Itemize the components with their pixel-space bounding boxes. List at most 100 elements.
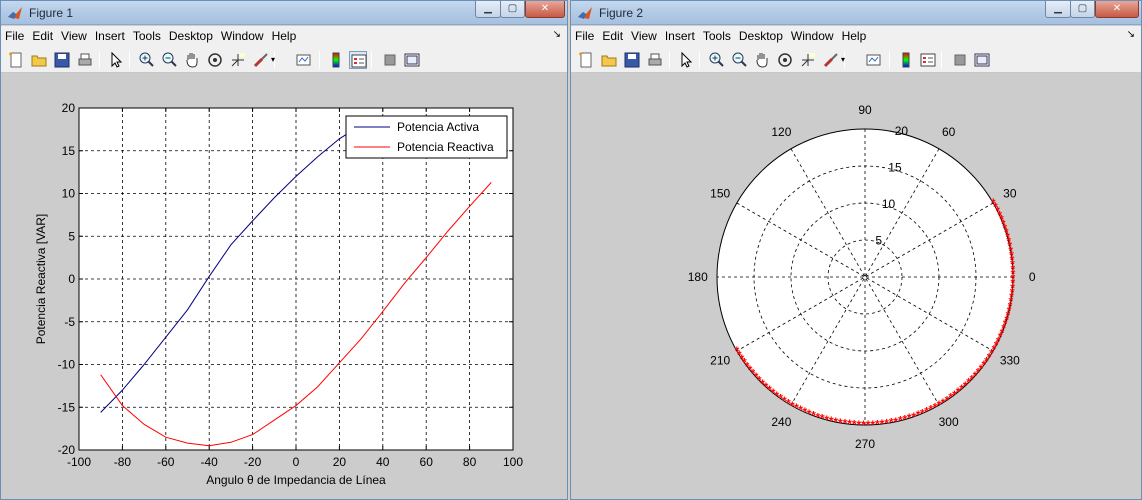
pan-hand-button[interactable] bbox=[183, 51, 201, 69]
link-plot-button[interactable] bbox=[295, 51, 313, 69]
menu-desktop[interactable]: Desktop bbox=[735, 26, 787, 46]
menu-insert[interactable]: Insert bbox=[91, 26, 129, 46]
pointer-button[interactable] bbox=[107, 51, 125, 69]
y-tick-label: 0 bbox=[68, 272, 75, 286]
matlab-logo-icon bbox=[578, 7, 592, 19]
x-tick-label: 20 bbox=[333, 455, 347, 469]
hide-tools-button[interactable] bbox=[951, 51, 969, 69]
brush-dropdown-icon[interactable]: ▾ bbox=[841, 55, 849, 73]
polar-angle-label: 90 bbox=[858, 103, 872, 117]
legend-button[interactable] bbox=[919, 51, 937, 69]
zoom-in-button[interactable] bbox=[137, 51, 155, 69]
menu-window[interactable]: Window bbox=[787, 26, 838, 46]
menu-bar: File Edit View Insert Tools Desktop Window Help… bbox=[1, 26, 567, 47]
show-tools-button[interactable] bbox=[973, 51, 991, 69]
menu-window[interactable]: Window bbox=[217, 26, 268, 46]
brush-icon bbox=[823, 53, 838, 68]
menu-view[interactable]: View bbox=[627, 26, 661, 46]
rotate-3d-icon bbox=[208, 53, 222, 67]
polar-angle-label: 210 bbox=[710, 354, 730, 368]
minimize-button[interactable]: ▁ bbox=[475, 1, 501, 18]
colorbar-button[interactable] bbox=[327, 51, 345, 69]
data-cursor-icon bbox=[231, 53, 245, 67]
minimize-button[interactable]: ▁ bbox=[1045, 1, 1071, 18]
menu-help[interactable]: Help bbox=[268, 26, 301, 46]
link-plot-button[interactable] bbox=[865, 51, 883, 69]
brush-button[interactable] bbox=[252, 51, 270, 69]
zoom-out-button[interactable] bbox=[160, 51, 178, 69]
toolbar-separator bbox=[889, 51, 890, 69]
menu-help[interactable]: Help bbox=[838, 26, 871, 46]
legend: Potencia Activa Potencia Reactiva bbox=[345, 115, 508, 159]
data-cursor-button[interactable] bbox=[799, 51, 817, 69]
new-figure-button[interactable] bbox=[7, 51, 25, 69]
menu-view[interactable]: View bbox=[57, 26, 91, 46]
figure1-titlebar[interactable]: Figure 1 ▁ ▢ ✕ bbox=[1, 1, 567, 25]
data-cursor-button[interactable] bbox=[229, 51, 247, 69]
new-figure-icon bbox=[579, 52, 592, 68]
legend-label: Potencia Reactiva bbox=[397, 140, 494, 154]
open-file-button[interactable] bbox=[30, 51, 48, 69]
toolbar-separator bbox=[371, 51, 372, 69]
pointer-button[interactable] bbox=[677, 51, 695, 69]
menu-file[interactable]: File bbox=[571, 26, 598, 46]
rotate-3d-button[interactable] bbox=[776, 51, 794, 69]
menu-edit[interactable]: Edit bbox=[598, 26, 627, 46]
figure-toolbar: ▾ bbox=[1, 47, 567, 73]
print-icon bbox=[78, 53, 92, 66]
open-file-button[interactable] bbox=[600, 51, 618, 69]
polar-angle-label: 60 bbox=[942, 125, 956, 139]
dock-arrow-icon[interactable]: ↘ bbox=[1127, 29, 1135, 40]
print-icon bbox=[648, 53, 662, 66]
dock-arrow-icon[interactable]: ↘ bbox=[553, 29, 561, 40]
brush-dropdown-icon[interactable]: ▾ bbox=[271, 55, 279, 73]
new-figure-icon bbox=[9, 52, 22, 68]
close-button[interactable]: ✕ bbox=[525, 1, 565, 18]
y-tick-label: -5 bbox=[64, 315, 75, 329]
x-tick-label: 40 bbox=[376, 455, 390, 469]
menu-desktop[interactable]: Desktop bbox=[165, 26, 217, 46]
save-icon bbox=[54, 52, 70, 68]
x-tick-label: -100 bbox=[67, 455, 91, 469]
rotate-3d-button[interactable] bbox=[206, 51, 224, 69]
polar-chart: 51015200306090120150180210240270300330**… bbox=[688, 103, 1036, 451]
new-figure-button[interactable] bbox=[577, 51, 595, 69]
line-chart: -100 -80 -60 -40 -20 0 20 40 60 80 100 -20 -15 -10 -5 0… bbox=[34, 101, 523, 487]
show-tools-button[interactable] bbox=[403, 51, 421, 69]
menu-file[interactable]: File bbox=[1, 26, 28, 46]
maximize-button[interactable]: ▢ bbox=[1070, 1, 1095, 18]
menu-edit[interactable]: Edit bbox=[28, 26, 57, 46]
zoom-out-button[interactable] bbox=[730, 51, 748, 69]
link-plot-icon bbox=[866, 54, 881, 66]
close-button[interactable]: ✕ bbox=[1095, 1, 1139, 18]
y-axis-label: Potencia Reactiva [VAR] bbox=[34, 214, 48, 345]
zoom-in-button[interactable] bbox=[707, 51, 725, 69]
legend-icon bbox=[351, 54, 367, 68]
menu-insert[interactable]: Insert bbox=[661, 26, 699, 46]
print-button[interactable] bbox=[646, 51, 664, 69]
figure2-titlebar[interactable]: Figure 2 ▁ ▢ ✕ bbox=[571, 1, 1141, 25]
maximize-button[interactable]: ▢ bbox=[500, 1, 525, 18]
x-tick-label: -60 bbox=[157, 455, 175, 469]
save-icon bbox=[624, 52, 640, 68]
brush-button[interactable] bbox=[822, 51, 840, 69]
polar-angle-label: 150 bbox=[710, 186, 730, 200]
figure1-canvas: -100 -80 -60 -40 -20 0 20 40 60 80 100 -20 -15 -10 -5 0… bbox=[1, 74, 567, 499]
hide-tools-button[interactable] bbox=[381, 51, 399, 69]
polar-angle-label: 300 bbox=[939, 415, 959, 429]
pan-hand-button[interactable] bbox=[753, 51, 771, 69]
print-button[interactable] bbox=[76, 51, 94, 69]
save-button[interactable] bbox=[623, 51, 641, 69]
menu-tools[interactable]: Tools bbox=[129, 26, 165, 46]
colorbar-button[interactable] bbox=[897, 51, 915, 69]
matlab-logo-icon bbox=[8, 7, 22, 19]
save-button[interactable] bbox=[53, 51, 71, 69]
legend-button[interactable] bbox=[349, 51, 367, 69]
polar-angle-label: 270 bbox=[855, 437, 875, 451]
show-tools-icon bbox=[974, 53, 990, 67]
y-tick-label: -10 bbox=[58, 358, 76, 372]
open-file-icon bbox=[601, 55, 617, 67]
menu-tools[interactable]: Tools bbox=[699, 26, 735, 46]
figure2-canvas: 5 10 15 20 0 30 60 90 120 150 180 210 240 270 300 330 * *… bbox=[571, 74, 1141, 499]
link-plot-icon bbox=[296, 54, 311, 66]
